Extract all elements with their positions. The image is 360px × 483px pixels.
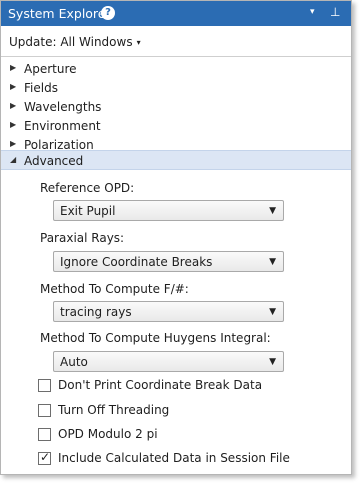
checkmark-icon: ✓: [40, 450, 51, 464]
select-value: tracing rays: [60, 305, 132, 319]
checkbox-label: Don't Print Coordinate Break Data: [58, 378, 263, 392]
checkbox-turn-off-threading[interactable]: [38, 404, 51, 417]
system-explorer-panel: System Explorer ? ▾ ⊥ Update: All Window…: [0, 0, 352, 475]
chevron-down-icon: ▾: [136, 38, 141, 47]
fnumber-method-select[interactable]: tracing rays ▼: [53, 301, 284, 322]
expand-arrow-icon: ▶: [10, 63, 17, 72]
select-value: Exit Pupil: [60, 204, 116, 218]
expand-arrow-icon: ▶: [10, 101, 17, 110]
select-value: Auto: [60, 355, 88, 369]
chevron-down-icon[interactable]: ▾: [310, 7, 315, 17]
section-wavelengths[interactable]: ▶ Wavelengths: [1, 98, 351, 117]
dropdown-arrow-icon: ▼: [269, 357, 276, 367]
help-icon[interactable]: ?: [101, 6, 115, 20]
dropdown-arrow-icon: ▼: [269, 206, 276, 216]
update-dropdown[interactable]: Update: All Windows ▾: [9, 35, 141, 49]
huygens-method-label: Method To Compute Huygens Integral:: [40, 331, 271, 345]
reference-opd-label: Reference OPD:: [40, 181, 135, 195]
section-fields[interactable]: ▶ Fields: [1, 79, 351, 98]
select-value: Ignore Coordinate Breaks: [60, 255, 213, 269]
expand-arrow-icon: ▶: [10, 82, 17, 91]
section-aperture[interactable]: ▶ Aperture: [1, 60, 351, 79]
paraxial-rays-select[interactable]: Ignore Coordinate Breaks ▼: [53, 251, 284, 272]
panel-title: System Explorer: [8, 6, 111, 21]
paraxial-rays-label: Paraxial Rays:: [40, 231, 125, 245]
fnumber-method-label: Method To Compute F/#:: [40, 282, 189, 296]
section-advanced[interactable]: ◢ Advanced: [1, 150, 351, 170]
checkbox-label: OPD Modulo 2 pi: [58, 427, 158, 441]
dropdown-arrow-icon: ▼: [269, 257, 276, 267]
expand-arrow-icon: ▶: [10, 120, 17, 129]
expand-arrow-icon: ▶: [10, 139, 17, 148]
title-bar: System Explorer ? ▾ ⊥: [1, 1, 351, 26]
dropdown-arrow-icon: ▼: [269, 307, 276, 317]
update-label: Update: All Windows: [9, 35, 133, 49]
section-label: Wavelengths: [24, 100, 102, 114]
checkbox-label: Include Calculated Data in Session File: [58, 451, 290, 465]
huygens-method-select[interactable]: Auto ▼: [53, 351, 284, 372]
section-environment[interactable]: ▶ Environment: [1, 117, 351, 136]
collapse-arrow-icon: ◢: [10, 155, 17, 164]
pin-icon[interactable]: ⊥: [330, 5, 340, 19]
checkbox-opd-modulo[interactable]: [38, 428, 51, 441]
reference-opd-select[interactable]: Exit Pupil ▼: [53, 200, 284, 221]
section-label: Fields: [24, 81, 58, 95]
divider: [1, 56, 351, 57]
checkbox-dont-print-cb-data[interactable]: [38, 379, 51, 392]
checkbox-label: Turn Off Threading: [58, 403, 170, 417]
section-label: Aperture: [24, 62, 77, 76]
section-label: Advanced: [24, 154, 84, 168]
section-label: Environment: [24, 119, 101, 133]
checkbox-include-calculated-data[interactable]: ✓: [38, 450, 51, 465]
